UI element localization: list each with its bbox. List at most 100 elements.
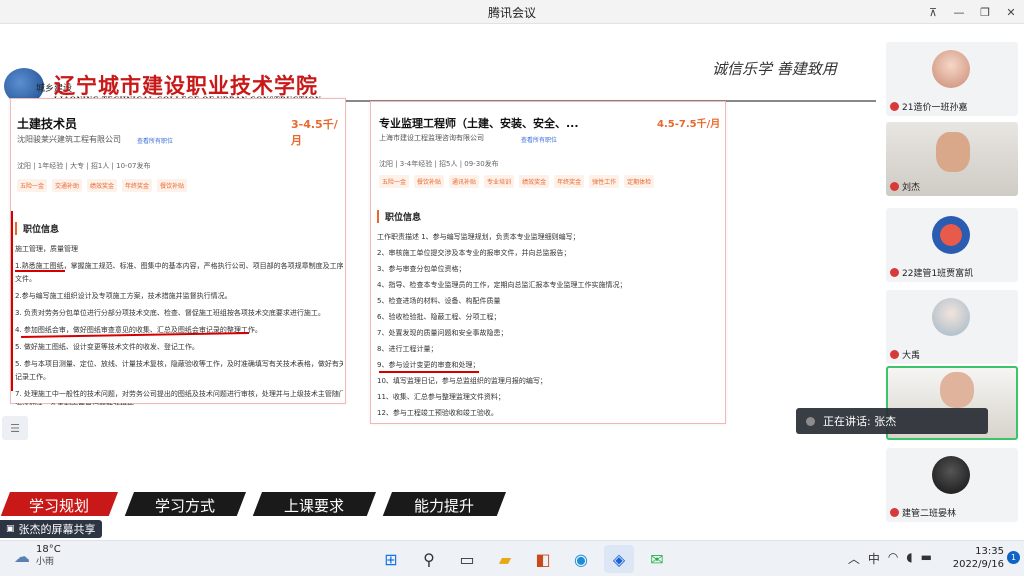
job-salary: 3-4.5千/月 bbox=[291, 118, 338, 147]
company-name: 沈阳骏莱兴建筑工程有限公司 bbox=[17, 135, 121, 144]
body-line: 8、进行工程计量； bbox=[377, 345, 438, 353]
annotation-underline bbox=[15, 270, 65, 272]
mic-muted-icon bbox=[890, 508, 899, 517]
mic-muted-icon bbox=[890, 102, 899, 111]
tag: 弹性工作 bbox=[589, 175, 620, 188]
participant-name: 建管二班晏林 bbox=[902, 509, 957, 519]
chevron-up-icon[interactable]: ︿ bbox=[848, 550, 860, 567]
window-title: 腾讯会议 bbox=[487, 6, 536, 20]
system-tray: ︿ 中 ◠ ◖ ▬ bbox=[848, 550, 932, 567]
mic-muted-icon bbox=[890, 182, 899, 191]
tab-class-rules[interactable]: 上课要求 bbox=[252, 492, 376, 516]
screen-share-icon: ▣ bbox=[6, 524, 15, 534]
taskbar: ☁ 18°C 小雨 ⊞ ⚲ ▭ ▰ ◧ ◉ ◈ ✉ ︿ 中 ◠ ◖ ▬ 13:3… bbox=[0, 540, 1024, 576]
minimize-button[interactable]: — bbox=[946, 0, 972, 24]
body-line: 工作职责描述 1、参与编写监理规划，负责本专业监理细则编写； bbox=[377, 233, 580, 241]
body-line: 6、验收检验批、隐蔽工程、分项工程； bbox=[377, 313, 501, 321]
college-motto: 诚信乐学 善建致用 bbox=[712, 60, 837, 78]
body-line: 文件。 bbox=[15, 275, 36, 283]
ime-indicator[interactable]: 中 bbox=[868, 550, 880, 567]
job-card-1: 土建技术员 3-4.5千/月 沈阳骏莱兴建筑工程有限公司 查看所有职位 沈阳 |… bbox=[10, 98, 346, 405]
clock[interactable]: 13:35 2022/9/16 bbox=[953, 545, 1004, 571]
video-feed bbox=[936, 132, 970, 172]
mic-icon bbox=[806, 416, 815, 426]
body-line: 10、填写监理日记，参与总监组织的监理月报的编写； bbox=[377, 377, 547, 385]
avatar bbox=[932, 298, 970, 336]
body-line: 12、参与工程竣工预验收和竣工验收。 bbox=[377, 409, 498, 417]
participant-name: 22建管1班贾富凯 bbox=[902, 269, 974, 279]
avatar bbox=[932, 456, 970, 494]
mic-muted-icon bbox=[890, 350, 899, 359]
tag: 绩效奖金 bbox=[519, 175, 550, 188]
job-title: 专业监理工程师（土建、安装、安全、... bbox=[379, 117, 579, 130]
participant-list: 21造价一班孙嘉 刘杰 22建管1班贾富凯 大禹 张杰 建管二班晏林 bbox=[880, 24, 1024, 540]
tag: 定期体检 bbox=[624, 175, 655, 188]
body-line: 3. 负责对劳务分包单位进行分部分项技术交底、检查、督促施工班组按各项技术交底要… bbox=[15, 309, 325, 317]
weather-temp: 18°C bbox=[36, 544, 61, 555]
screen-share-indicator[interactable]: ▣ 张杰的屏幕共享 bbox=[0, 520, 102, 538]
participant-tile[interactable]: 建管二班晏林 bbox=[886, 448, 1018, 522]
tag: 年终奖金 bbox=[554, 175, 585, 188]
tag: 通讯补贴 bbox=[449, 175, 480, 188]
participant-name: 大禹 bbox=[902, 351, 921, 361]
toolbar-toggle-button[interactable]: ☰ bbox=[2, 416, 28, 440]
job-tags: 五险一金 餐饮补贴 通讯补贴 专业培训 绩效奖金 年终奖金 弹性工作 定期体检 bbox=[379, 175, 655, 188]
tag: 五险一金 bbox=[379, 175, 410, 188]
tag: 餐饮补贴 bbox=[157, 179, 188, 192]
date: 2022/9/16 bbox=[952, 559, 1004, 570]
task-view-icon[interactable]: ▭ bbox=[452, 545, 482, 573]
avatar bbox=[932, 50, 970, 88]
tag: 五险一金 bbox=[17, 179, 48, 192]
maximize-button[interactable]: ❐ bbox=[972, 0, 998, 24]
participant-tile[interactable]: 21造价一班孙嘉 bbox=[886, 42, 1018, 116]
search-icon[interactable]: ⚲ bbox=[414, 545, 444, 573]
wifi-icon[interactable]: ◠ bbox=[888, 550, 898, 567]
wechat-icon[interactable]: ✉ bbox=[642, 545, 672, 573]
body-line: 11、收集、汇总参与整理监理文件资料； bbox=[377, 393, 505, 401]
speaking-text: 正在讲话: 张杰 bbox=[823, 415, 897, 428]
weather-widget[interactable]: ☁ 18°C 小雨 bbox=[14, 544, 61, 568]
windows-start-icon[interactable]: ⊞ bbox=[376, 545, 406, 573]
file-explorer-icon[interactable]: ▰ bbox=[490, 545, 520, 573]
college-header: 城乡建设 辽宁城市建设职业技术学院 LIAONING TECHNICAL COL… bbox=[0, 44, 880, 106]
volume-icon[interactable]: ◖ bbox=[906, 550, 912, 567]
view-all-jobs-link[interactable]: 查看所有职位 bbox=[137, 136, 173, 145]
company-name: 上海市建设工程监理咨询有限公司 bbox=[379, 134, 484, 142]
tab-study-plan[interactable]: 学习规划 bbox=[0, 492, 118, 516]
speaking-indicator: 正在讲话: 张杰 bbox=[796, 408, 988, 434]
job-meta: 沈阳 | 3-4年经验 | 招5人 | 09-30发布 bbox=[379, 160, 499, 168]
body-line: 记录工作。 bbox=[15, 373, 50, 381]
body-line: 2.参与编写施工组织设计及专项施工方案，技术措施并监督执行情况。 bbox=[15, 292, 232, 300]
body-line: 2、审核施工单位提交涉及本专业的报审文件，并向总监报告； bbox=[377, 249, 571, 257]
body-line: 5、检查进场的材料、设备、构配件质量 bbox=[377, 297, 501, 305]
weather-condition: 小雨 bbox=[36, 557, 55, 567]
title-bar: 腾讯会议 ⊼ — ❐ ✕ bbox=[0, 0, 1024, 24]
participant-tile[interactable]: 22建管1班贾富凯 bbox=[886, 208, 1018, 282]
job-tags: 五险一金 交通补助 绩效奖金 年终奖金 餐饮补贴 bbox=[17, 179, 188, 192]
body-line: 5. 参与本项目测量、定位、放线、计量技术复核，隐蔽验收等工作，及时准确填写有关… bbox=[15, 360, 343, 368]
tencent-meeting-icon[interactable]: ◈ bbox=[604, 545, 634, 573]
cloud-rain-icon: ☁ bbox=[14, 546, 30, 566]
annotation-underline bbox=[379, 371, 479, 373]
participant-name: 21造价一班孙嘉 bbox=[902, 103, 968, 113]
shared-screen: 城乡建设 辽宁城市建设职业技术学院 LIAONING TECHNICAL COL… bbox=[0, 24, 880, 516]
edge-browser-icon[interactable]: ◉ bbox=[566, 545, 596, 573]
notification-badge[interactable]: 1 bbox=[1007, 551, 1020, 564]
tab-study-method[interactable]: 学习方式 bbox=[124, 492, 246, 516]
participant-tile[interactable]: 大禹 bbox=[886, 290, 1018, 364]
pin-icon[interactable]: ⊼ bbox=[920, 0, 946, 24]
body-line: 5. 做好施工图纸、设计变更等技术文件的收发、登记工作。 bbox=[15, 343, 199, 351]
body-line: 3、参与审查分包单位资格； bbox=[377, 265, 466, 273]
close-button[interactable]: ✕ bbox=[998, 0, 1024, 24]
job-card-2: 专业监理工程师（土建、安装、安全、... 4.5-7.5千/月 上海市建设工程监… bbox=[370, 101, 726, 424]
store-icon[interactable]: ◧ bbox=[528, 545, 558, 573]
body-line: 7、处置发现的质量问题和安全事故隐患； bbox=[377, 329, 508, 337]
view-all-jobs-link[interactable]: 查看所有职位 bbox=[521, 135, 557, 144]
tab-ability[interactable]: 能力提升 bbox=[382, 492, 506, 516]
participant-tile[interactable]: 刘杰 bbox=[886, 122, 1018, 196]
sharer-name: 张杰的屏幕共享 bbox=[18, 523, 96, 536]
body-line: 7. 处理施工中一般性的技术问题，对劳务公司提出的图纸及技术问题进行审核，处理并… bbox=[15, 390, 343, 398]
course-tabs: 学习规划 学习方式 上课要求 能力提升 bbox=[0, 492, 880, 516]
taskbar-apps: ⊞ ⚲ ▭ ▰ ◧ ◉ ◈ ✉ bbox=[376, 545, 672, 573]
battery-icon[interactable]: ▬ bbox=[921, 550, 932, 567]
